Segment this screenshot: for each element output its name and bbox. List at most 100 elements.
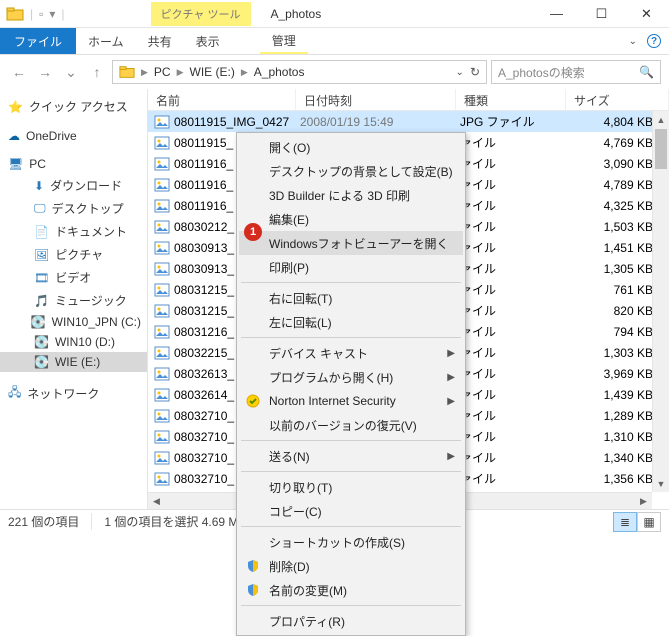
menu-open-with[interactable]: プログラムから開く(H)▶ — [239, 365, 463, 389]
pictures-icon: 🖼 — [34, 248, 49, 262]
folder-icon — [115, 64, 139, 80]
menu-open[interactable]: 開く(O) — [239, 135, 463, 159]
scroll-down-icon[interactable]: ▼ — [653, 475, 669, 492]
quick-access-toolbar: | ▫ ▾ | — [0, 5, 71, 23]
file-type: ァイル — [460, 176, 570, 193]
column-date[interactable]: 日付時刻 — [296, 89, 456, 110]
menu-device-cast[interactable]: デバイス キャスト▶ — [239, 341, 463, 365]
menu-delete[interactable]: 削除(D) — [239, 554, 463, 578]
home-tab[interactable]: ホーム — [76, 28, 136, 54]
crumb-sep-icon[interactable]: ▶ — [139, 67, 150, 78]
scrollbar-thumb[interactable] — [655, 129, 667, 169]
manage-tab[interactable]: 管理 — [260, 28, 308, 54]
menu-rotate-left[interactable]: 左に回転(L) — [239, 310, 463, 334]
submenu-arrow-icon: ▶ — [447, 372, 455, 383]
menu-photo-viewer[interactable]: Windowsフォトビューアーを開く — [239, 231, 463, 255]
menu-separator — [241, 605, 461, 606]
column-size[interactable]: サイズ — [566, 89, 669, 110]
menu-edit[interactable]: 編集(E) — [239, 207, 463, 231]
menu-create-shortcut[interactable]: ショートカットの作成(S) — [239, 530, 463, 554]
menu-properties[interactable]: プロパティ(R) — [239, 609, 463, 633]
address-bar[interactable]: ▶ PC ▶ WIE (E:) ▶ A_photos ⌄ ↻ — [112, 60, 487, 84]
file-type: ァイル — [460, 470, 570, 487]
menu-separator — [241, 526, 461, 527]
address-dropdown-icon[interactable]: ⌄ — [456, 67, 464, 78]
breadcrumb[interactable]: A_photos — [250, 65, 309, 79]
close-button[interactable]: ✕ — [624, 0, 669, 28]
shield-delete-icon — [245, 558, 261, 574]
menu-separator — [241, 471, 461, 472]
file-type: ァイル — [460, 302, 570, 319]
column-type[interactable]: 種類 — [456, 89, 566, 110]
menu-rotate-right[interactable]: 右に回転(T) — [239, 286, 463, 310]
drive-icon: 💽 — [31, 315, 46, 329]
file-row[interactable]: 08011915_IMG_04272008/01/19 15:49JPG ファイ… — [148, 111, 669, 132]
sidebar-item-drive-d[interactable]: 💽WIN10 (D:) — [0, 332, 147, 352]
navigation-row: ← → ⌄ ↑ ▶ PC ▶ WIE (E:) ▶ A_photos ⌄ ↻ A… — [0, 55, 669, 89]
minimize-button[interactable]: — — [534, 0, 579, 28]
drive-icon: 💽 — [34, 355, 49, 369]
menu-print[interactable]: 印刷(P) — [239, 255, 463, 279]
crumb-sep-icon[interactable]: ▶ — [175, 67, 186, 78]
breadcrumb[interactable]: WIE (E:) — [186, 65, 239, 79]
breadcrumb[interactable]: PC — [150, 65, 175, 79]
sidebar-item-drive-c[interactable]: 💽WIN10_JPN (C:) — [0, 312, 147, 332]
menu-copy[interactable]: コピー(C) — [239, 499, 463, 523]
navigation-pane: ⭐クイック アクセス ☁OneDrive 🖥PC ⬇ダウンロード 🖵デスクトップ… — [0, 89, 148, 509]
help-button[interactable]: ? — [647, 34, 661, 48]
sidebar-item-documents[interactable]: 📄ドキュメント — [0, 220, 147, 243]
share-tab[interactable]: 共有 — [136, 28, 184, 54]
music-icon: 🎵 — [34, 294, 49, 308]
window-title: A_photos — [271, 7, 322, 21]
menu-previous-versions[interactable]: 以前のバージョンの復元(V) — [239, 413, 463, 437]
sidebar-item-quick-access[interactable]: ⭐クイック アクセス — [0, 95, 147, 118]
maximize-button[interactable]: ☐ — [579, 0, 624, 28]
details-view-button[interactable]: ≣ — [613, 512, 637, 532]
sidebar-item-desktop[interactable]: 🖵デスクトップ — [0, 197, 147, 220]
desktop-icon: 🖵 — [34, 201, 46, 216]
menu-norton[interactable]: Norton Internet Security▶ — [239, 389, 463, 413]
sidebar-item-onedrive[interactable]: ☁OneDrive — [0, 126, 147, 146]
forward-button[interactable]: → — [34, 61, 56, 83]
qat-button[interactable]: ▫ — [39, 7, 43, 21]
menu-cut[interactable]: 切り取り(T) — [239, 475, 463, 499]
sidebar-item-videos[interactable]: 🎞ビデオ — [0, 266, 147, 289]
crumb-sep-icon[interactable]: ▶ — [239, 67, 250, 78]
item-count: 221 個の項目 — [8, 513, 92, 530]
image-file-icon — [154, 114, 170, 130]
window-controls: — ☐ ✕ — [534, 0, 669, 28]
menu-rename[interactable]: 名前の変更(M) — [239, 578, 463, 602]
menu-3d-print[interactable]: 3D Builder による 3D 印刷 — [239, 183, 463, 207]
file-type: ァイル — [460, 239, 570, 256]
back-button[interactable]: ← — [8, 61, 30, 83]
large-icons-view-button[interactable]: ▦ — [637, 512, 661, 532]
file-type: ァイル — [460, 407, 570, 424]
sidebar-item-downloads[interactable]: ⬇ダウンロード — [0, 174, 147, 197]
scroll-left-icon[interactable]: ◀ — [148, 493, 165, 509]
sidebar-item-pictures[interactable]: 🖼ピクチャ — [0, 243, 147, 266]
up-button[interactable]: ↑ — [86, 61, 108, 83]
menu-set-background[interactable]: デスクトップの背景として設定(B) — [239, 159, 463, 183]
vertical-scrollbar[interactable]: ▲ ▼ — [652, 111, 669, 492]
qat-button[interactable]: ▾ — [49, 7, 55, 21]
sidebar-item-pc[interactable]: 🖥PC — [0, 154, 147, 174]
sidebar-item-network[interactable]: 🖧ネットワーク — [0, 380, 147, 407]
file-type: ァイル — [460, 365, 570, 382]
menu-send-to[interactable]: 送る(N)▶ — [239, 444, 463, 468]
search-icon: 🔍 — [639, 65, 654, 79]
file-type: ァイル — [460, 323, 570, 340]
file-tab[interactable]: ファイル — [0, 28, 76, 54]
view-tab[interactable]: 表示 — [184, 28, 232, 54]
scroll-up-icon[interactable]: ▲ — [653, 111, 669, 128]
star-icon: ⭐ — [8, 100, 23, 114]
submenu-arrow-icon: ▶ — [447, 451, 455, 462]
sidebar-item-drive-e[interactable]: 💽WIE (E:) — [0, 352, 147, 372]
scroll-right-icon[interactable]: ▶ — [635, 493, 652, 509]
sidebar-item-music[interactable]: 🎵ミュージック — [0, 289, 147, 312]
refresh-icon[interactable]: ↻ — [470, 65, 480, 79]
history-button[interactable]: ⌄ — [60, 61, 82, 83]
search-input[interactable]: A_photosの検索 🔍 — [491, 60, 661, 84]
ribbon-expand-icon[interactable]: ⌄ — [629, 36, 637, 47]
file-type: ァイル — [460, 218, 570, 235]
column-name[interactable]: 名前 — [148, 89, 296, 110]
